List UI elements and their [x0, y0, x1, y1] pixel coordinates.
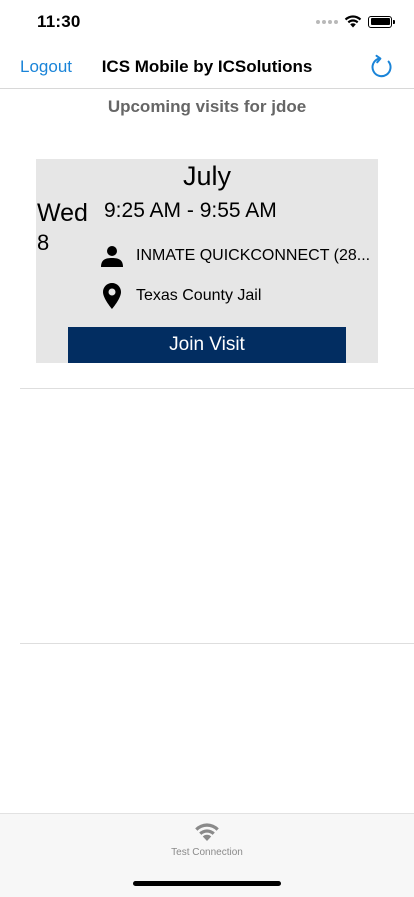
tab-test-connection[interactable]: Test Connection [0, 822, 414, 858]
cellular-signal-icon [316, 19, 338, 24]
wifi-icon [195, 823, 219, 841]
status-time: 11:30 [37, 12, 81, 31]
join-visit-button[interactable]: Join Visit [68, 327, 346, 363]
inmate-row: INMATE QUICKCONNECT (28... [100, 244, 370, 268]
status-icons [316, 15, 395, 28]
inmate-name: INMATE QUICKCONNECT (28... [136, 247, 371, 264]
visit-time-range: 9:25 AM - 9:55 AM [104, 199, 277, 222]
navigation-bar: Logout ICS Mobile by ICSolutions [0, 46, 414, 89]
location-row: Texas County Jail [100, 283, 262, 309]
wifi-status-icon [344, 15, 362, 28]
visit-card: July Wed 8 9:25 AM - 9:55 AM INMATE QUIC… [36, 159, 378, 363]
location-pin-icon [100, 283, 124, 309]
page-title: ICS Mobile by ICSolutions [101, 57, 313, 76]
refresh-icon[interactable] [370, 54, 394, 80]
visit-day: 8 [37, 230, 50, 255]
list-divider [20, 643, 414, 644]
battery-icon [368, 15, 395, 28]
person-icon [100, 244, 124, 268]
status-bar: 11:30 [0, 0, 414, 46]
visit-weekday: Wed [37, 199, 88, 227]
home-indicator [133, 881, 281, 886]
tab-label: Test Connection [171, 847, 243, 858]
location-name: Texas County Jail [136, 287, 262, 304]
upcoming-visits-heading: Upcoming visits for jdoe [107, 97, 307, 116]
visit-month: July [182, 161, 231, 191]
list-divider [20, 388, 414, 389]
